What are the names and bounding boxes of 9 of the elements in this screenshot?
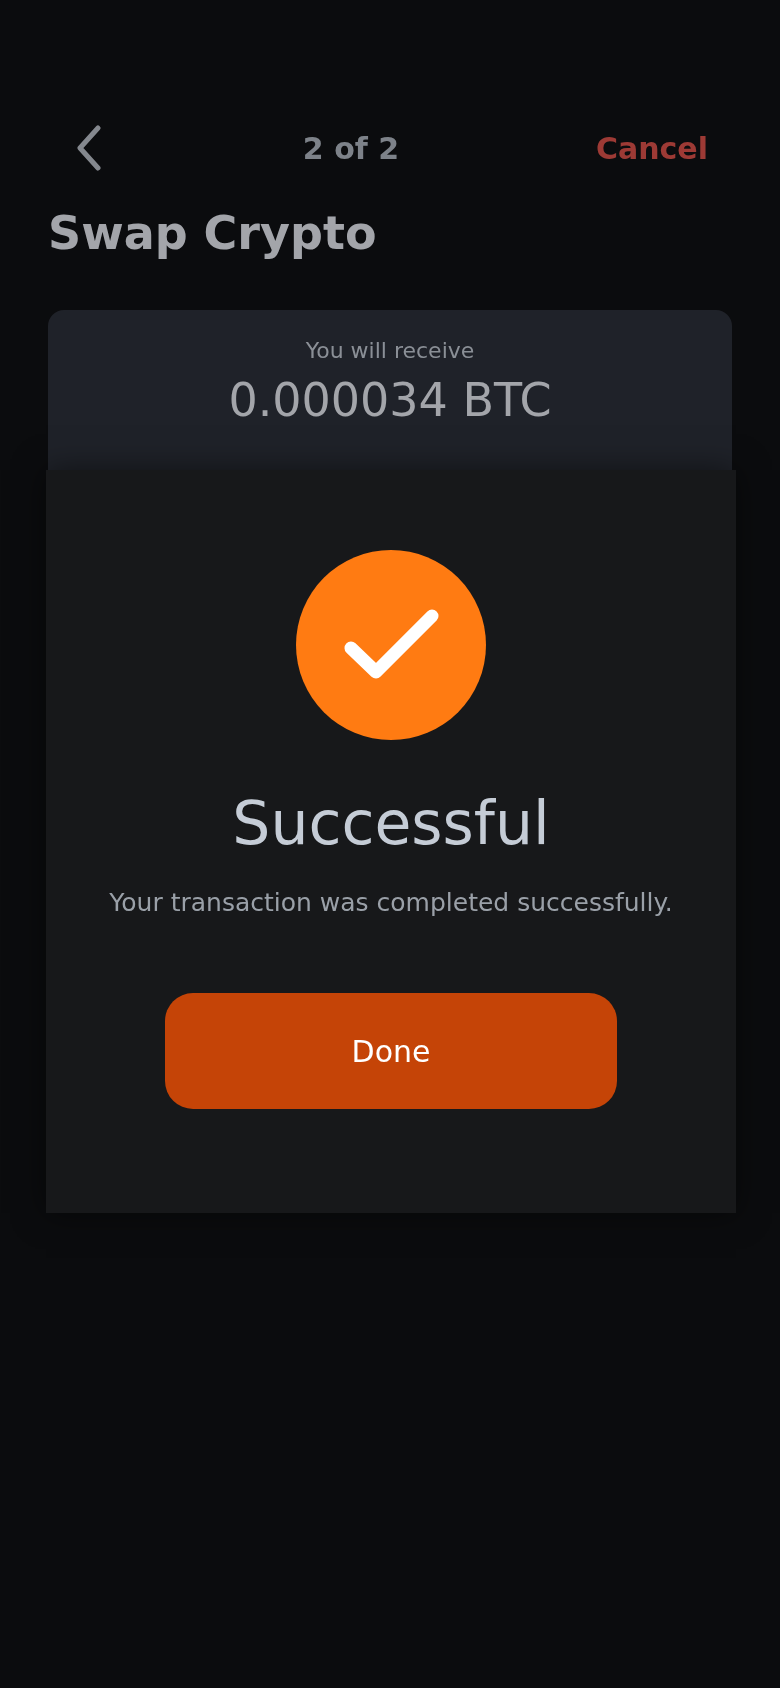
done-button[interactable]: Done (165, 993, 617, 1109)
step-indicator: 2 of 2 (302, 130, 400, 166)
dialog-title: Successful (232, 788, 550, 858)
success-check-icon (296, 550, 486, 740)
cancel-link[interactable]: Cancel (595, 130, 708, 166)
page-title: Swap Crypto (48, 206, 378, 260)
receive-amount: 0.000034 BTC (228, 373, 552, 427)
dialog-message: Your transaction was completed successfully. (109, 888, 673, 917)
receive-label: You will receive (305, 338, 475, 363)
